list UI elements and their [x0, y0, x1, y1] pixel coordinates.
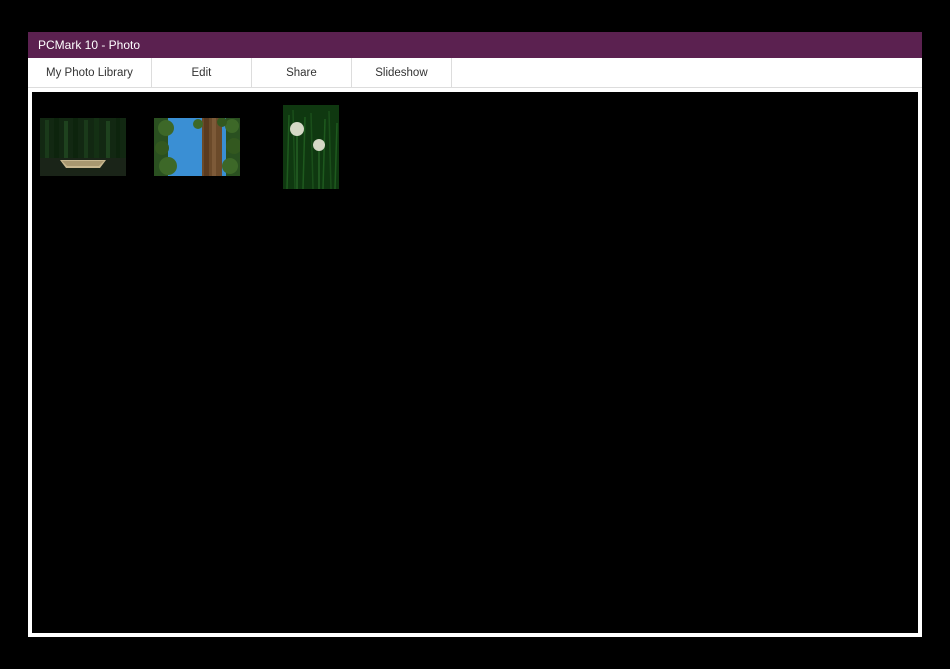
toolbar: My Photo Library Edit Share Slideshow — [28, 58, 922, 88]
toolbar-label: My Photo Library — [46, 67, 133, 79]
photo-tree-sky-icon — [154, 118, 240, 176]
photo-thumbnail[interactable] — [268, 104, 354, 190]
toolbar-label: Edit — [192, 67, 212, 79]
toolbar-label: Slideshow — [375, 67, 427, 79]
photo-grid — [32, 92, 918, 633]
photo-forest-boat-icon — [40, 118, 126, 176]
app-window: PCMark 10 - Photo My Photo Library Edit … — [28, 32, 922, 637]
titlebar[interactable]: PCMark 10 - Photo — [28, 32, 922, 58]
photo-thumbnail[interactable] — [154, 104, 240, 190]
toolbar-label: Share — [286, 67, 317, 79]
toolbar-item-edit[interactable]: Edit — [152, 58, 252, 87]
window-title: PCMark 10 - Photo — [38, 38, 140, 52]
toolbar-item-share[interactable]: Share — [252, 58, 352, 87]
content-frame — [28, 88, 922, 637]
toolbar-item-slideshow[interactable]: Slideshow — [352, 58, 452, 87]
photo-thumbnail[interactable] — [40, 104, 126, 190]
photo-dandelion-grass-icon — [283, 105, 339, 189]
toolbar-item-library[interactable]: My Photo Library — [28, 58, 152, 87]
